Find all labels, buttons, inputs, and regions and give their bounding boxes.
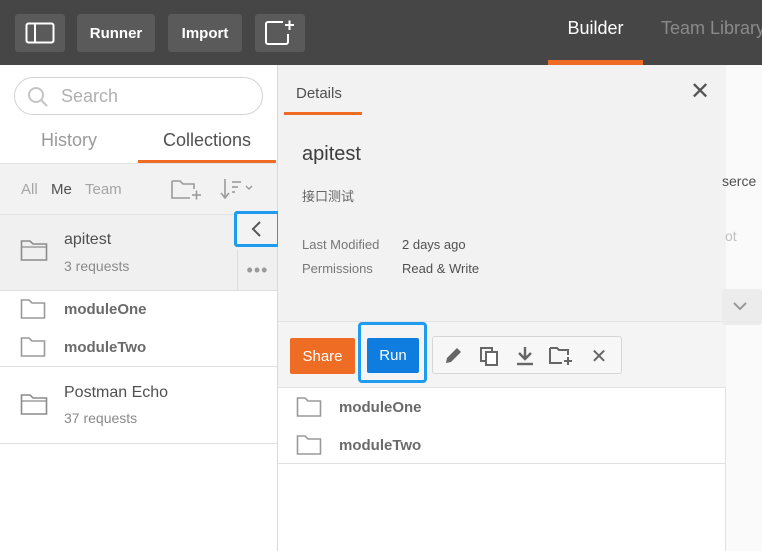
run-button[interactable]: Run [367,338,419,373]
details-header: Details ✕ apitest 接口测试 Last Modified 2 d… [278,65,726,321]
add-folder-icon [549,347,572,365]
new-tab-button[interactable] [255,14,305,52]
details-panel: Details ✕ apitest 接口测试 Last Modified 2 d… [278,65,726,551]
tab-collections[interactable]: Collections [163,130,251,151]
folder-icon [20,240,48,261]
more-options-button[interactable]: ••• [237,250,277,290]
permissions-value: Read & Write [402,261,480,276]
action-bar: Share Run ✕ [278,321,726,388]
filter-all[interactable]: All [21,181,38,198]
collection-name: apitest [64,231,112,248]
delete-icon: ✕ [590,345,608,368]
top-bar: Runner Import Builder Team Library [0,0,762,65]
last-modified-value: 2 days ago [402,237,466,252]
duplicate-button[interactable] [477,344,501,368]
download-button[interactable] [513,344,537,368]
edit-button[interactable] [441,344,465,368]
details-folder-moduletwo[interactable]: moduleTwo [339,437,421,454]
folder-item-moduleone[interactable]: moduleOne [64,301,147,318]
search-placeholder: Search [61,86,119,106]
filter-bar: All Me Team [0,163,277,215]
chevron-down-icon [733,302,747,311]
search-input[interactable]: Search [14,77,263,115]
new-folder-icon[interactable] [170,177,202,201]
collection-item-postman-echo[interactable]: Postman Echo 37 requests [0,367,277,443]
download-icon [517,347,533,366]
share-button[interactable]: Share [290,338,355,374]
folder-icon [20,394,48,415]
duplicate-icon [480,347,498,366]
tab-builder[interactable]: Builder [548,18,643,39]
toggle-sidebar-button[interactable] [15,14,65,52]
close-icon[interactable]: ✕ [690,77,710,106]
sidebar-icon [25,22,55,44]
tab-team-library[interactable]: Team Library [661,18,762,39]
permissions-label: Permissions [302,261,373,276]
builder-header-text: serce [722,173,757,189]
divider [278,463,726,464]
chevron-left-icon [251,221,261,237]
new-window-icon [265,20,294,45]
collapse-details-button[interactable] [234,211,280,247]
collection-name: Postman Echo [64,384,169,401]
details-folder-moduleone[interactable]: moduleOne [339,399,422,416]
filter-me[interactable]: Me [51,181,72,198]
details-tab-indicator [284,112,362,115]
sidebar: Search History Collections All Me Team a… [0,65,280,551]
tool-group: ✕ [432,336,622,374]
more-icon: ••• [246,259,269,280]
collection-request-count: 37 requests [64,410,138,426]
sort-icon[interactable] [220,177,256,201]
add-folder-button[interactable] [549,344,573,368]
filter-team[interactable]: Team [85,181,122,198]
collection-title: apitest [302,143,361,165]
folder-icon [20,337,46,357]
collection-request-count: 3 requests [64,258,130,274]
delete-button[interactable]: ✕ [587,344,611,368]
divider [0,443,277,444]
last-modified-label: Last Modified [302,237,380,252]
pencil-icon [446,348,461,363]
builder-dropdown[interactable] [722,289,762,325]
builder-placeholder-text: ot [725,228,737,244]
runner-button[interactable]: Runner [77,14,155,52]
folder-icon [20,299,46,319]
tab-details[interactable]: Details [296,85,342,102]
folder-icon [296,435,322,455]
run-highlight: Run [358,322,427,383]
folder-item-moduletwo[interactable]: moduleTwo [64,339,146,356]
search-icon [28,87,48,107]
import-button[interactable]: Import [168,14,242,52]
tab-history[interactable]: History [41,130,97,151]
collection-description: 接口测试 [302,189,355,204]
folder-icon [296,397,322,417]
